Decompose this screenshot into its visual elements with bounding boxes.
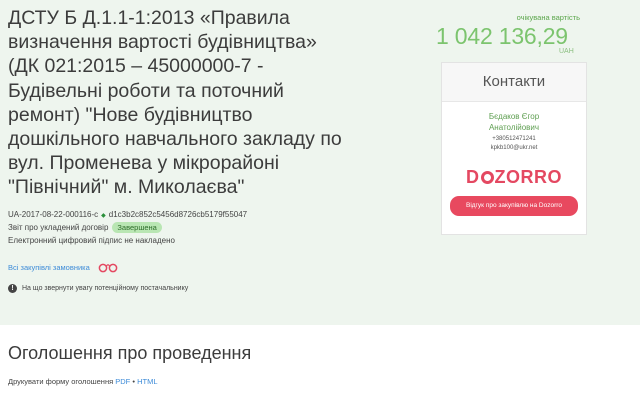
dozorro-logo[interactable]: D ZORRO <box>442 167 586 188</box>
status-badge: Завершена <box>112 222 162 233</box>
print-form-label: Друкувати форму оголошення <box>8 377 114 386</box>
print-separator: • <box>132 377 135 386</box>
info-icon: ! <box>8 284 17 293</box>
tender-id-line: UA-2017-08-22-000116-c ◆ d1c3b2c852c5456d8… <box>8 208 247 221</box>
contact-details: +380512471241 kpkb100@ukr.net <box>442 135 586 153</box>
supplier-notice[interactable]: ! На що звернути увагу потенційному пост… <box>8 284 188 293</box>
supplier-notice-text: На що звернути увагу потенційному постач… <box>22 285 189 292</box>
print-form-line: Друкувати форму оголошення PDF • HTML <box>8 377 158 386</box>
dozorro-feedback-button[interactable]: Відгук про закупівлю на Dozorro <box>450 196 578 216</box>
contract-report-line: Звіт про укладений договір Завершена <box>8 221 247 234</box>
announcement-heading: Оголошення про проведення <box>8 343 252 363</box>
contact-email[interactable]: kpkb100@ukr.net <box>442 144 586 153</box>
dozorro-logo-left: D <box>466 167 480 187</box>
currency-label: UAH <box>559 48 574 55</box>
tender-hash: d1c3b2c852c5456d8726cb5179f55047 <box>108 210 248 219</box>
print-pdf-link[interactable]: PDF <box>115 377 130 386</box>
handcuffs-icon[interactable] <box>98 262 118 275</box>
contact-person-line2: Анатолійович <box>488 123 540 132</box>
signature-note: Електронний цифровий підпис не накладено <box>8 236 175 245</box>
print-html-link[interactable]: HTML <box>137 377 157 386</box>
customer-links: Всі закупівлі замовника <box>8 262 118 275</box>
expected-value-amount: 1 042 136,29 <box>436 23 568 49</box>
contacts-heading: Контакти <box>442 63 586 102</box>
all-customer-purchases-link[interactable]: Всі закупівлі замовника <box>8 263 90 272</box>
tender-meta: UA-2017-08-22-000116-c ◆ d1c3b2c852c5456d8… <box>8 208 247 247</box>
contact-phone[interactable]: +380512471241 <box>442 135 586 144</box>
tender-id: UA-2017-08-22-000116-c <box>8 210 99 219</box>
expected-value-label: очікувана вартість <box>516 13 580 22</box>
contacts-card: Контакти Бєдаков Єгор Анатолійович +3805… <box>441 62 587 235</box>
dozorro-logo-right: ZORRO <box>494 167 562 187</box>
contact-person-line1: Бєдаков Єгор <box>488 112 540 121</box>
separator-icon: ◆ <box>101 213 106 219</box>
contract-report-label: Звіт про укладений договір <box>8 223 109 232</box>
dozorro-logo-o-icon <box>480 171 494 184</box>
contact-person-name: Бєдаков Єгор Анатолійович <box>442 111 586 133</box>
tender-title: ДСТУ Б Д.1.1-1:2013 «Правила визначення … <box>8 7 342 199</box>
